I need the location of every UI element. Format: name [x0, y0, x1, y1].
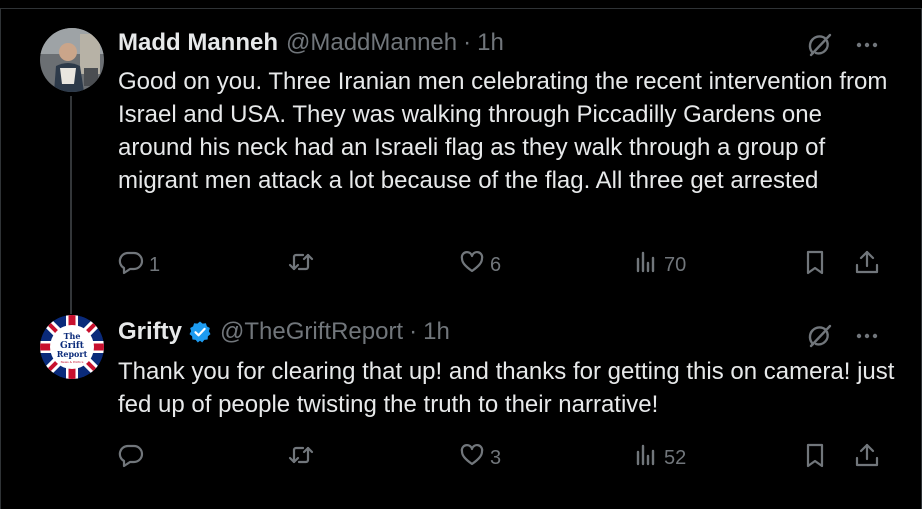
user-handle[interactable]: @MaddManneh — [286, 28, 457, 58]
display-name[interactable]: Grifty — [118, 317, 182, 347]
display-name[interactable]: Madd Manneh — [118, 28, 278, 58]
bookmark-button[interactable] — [802, 248, 828, 282]
tweet-grifty[interactable]: The Grift Report News & Politics Grifty … — [0, 293, 922, 509]
like-count: 6 — [490, 253, 502, 276]
repost-button[interactable] — [288, 441, 319, 475]
views-button[interactable]: 70 — [633, 248, 686, 282]
views-icon — [633, 442, 659, 474]
tweet-header: Grifty @TheGriftReport · 1h — [118, 317, 450, 347]
timestamp[interactable]: 1h — [423, 317, 450, 347]
reply-count: 1 — [149, 253, 161, 276]
bookmark-icon — [802, 249, 828, 281]
action-bar: 3 52 — [118, 441, 898, 475]
tweet-text: Good on you. Three Iranian men celebrati… — [118, 68, 888, 194]
view-count: 70 — [664, 253, 687, 276]
tweet-text: Thank you for clearing that up! and than… — [118, 358, 895, 418]
grok-icon[interactable] — [805, 321, 835, 351]
share-button[interactable] — [854, 248, 880, 282]
repost-icon — [288, 442, 314, 474]
share-icon — [854, 442, 880, 474]
like-count: 3 — [490, 446, 502, 469]
like-icon — [459, 442, 485, 474]
reply-button[interactable] — [118, 441, 149, 475]
reply-button[interactable]: 1 — [118, 248, 160, 282]
avatar-text-report: Report — [57, 349, 88, 359]
views-icon — [633, 249, 659, 281]
more-icon[interactable] — [852, 321, 882, 351]
repost-icon — [288, 249, 314, 281]
tweet-madd-manneh[interactable]: Madd Manneh @MaddManneh · 1h Good on you… — [0, 8, 922, 293]
more-icon[interactable] — [852, 30, 882, 60]
avatar[interactable]: The Grift Report News & Politics — [40, 315, 104, 379]
share-button[interactable] — [854, 441, 880, 475]
bookmark-button[interactable] — [802, 441, 828, 475]
grok-icon[interactable] — [805, 30, 835, 60]
separator-dot: · — [463, 29, 472, 56]
tweet-header: Madd Manneh @MaddManneh · 1h — [118, 28, 504, 58]
like-icon — [459, 249, 485, 281]
view-count: 52 — [664, 446, 687, 469]
like-button[interactable]: 6 — [459, 248, 501, 282]
avatar-text-the: The — [64, 331, 81, 341]
bookmark-icon — [802, 442, 828, 474]
avatar[interactable] — [40, 28, 104, 92]
verified-badge-icon[interactable] — [188, 320, 212, 344]
separator-dot: · — [409, 318, 418, 345]
action-bar: 1 6 70 — [118, 248, 898, 282]
avatar-text-tagline: News & Politics — [61, 360, 84, 364]
views-button[interactable]: 52 — [633, 441, 686, 475]
reply-icon — [118, 249, 144, 281]
repost-button[interactable] — [288, 248, 319, 282]
reply-icon — [118, 442, 144, 474]
like-button[interactable]: 3 — [459, 441, 501, 475]
share-icon — [854, 249, 880, 281]
user-handle[interactable]: @TheGriftReport — [220, 317, 403, 347]
timestamp[interactable]: 1h — [477, 28, 504, 58]
